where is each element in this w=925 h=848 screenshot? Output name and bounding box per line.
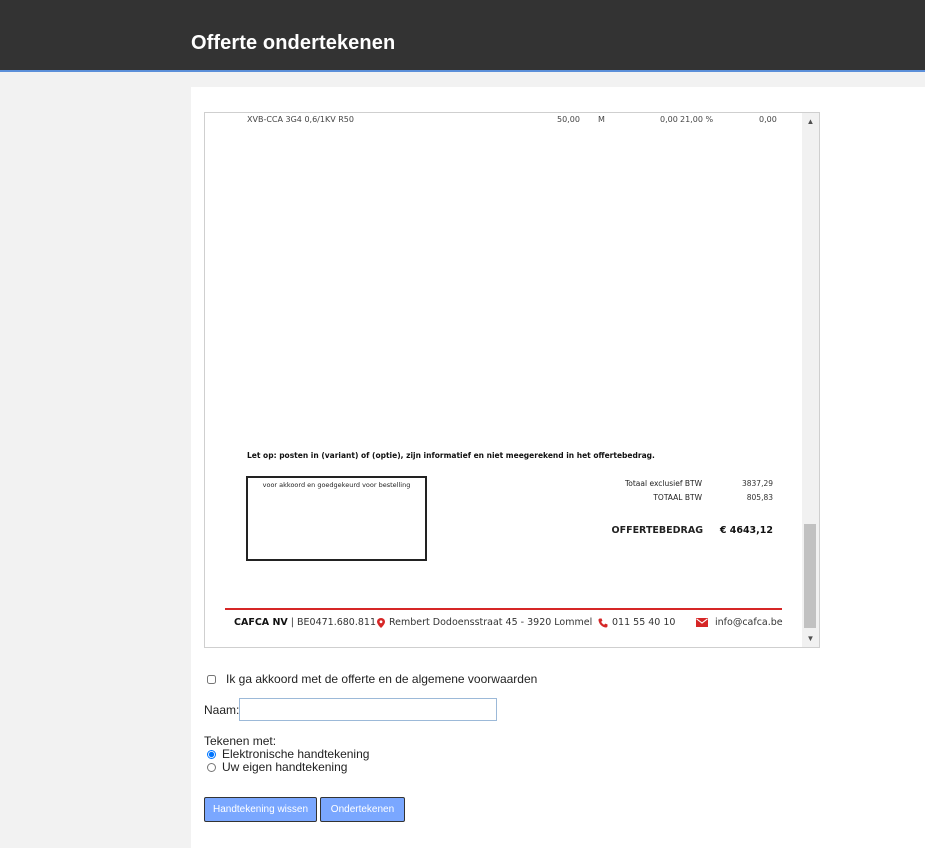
own-signature-label: Uw eigen handtekening xyxy=(222,760,348,774)
item-unit: M xyxy=(598,115,605,124)
electronic-signature-radio[interactable] xyxy=(207,749,216,759)
option-own-signature[interactable]: Uw eigen handtekening xyxy=(207,760,347,774)
footer-address: Rembert Dodoensstraat 45 - 3920 Lommel xyxy=(377,617,592,628)
option-electronic-signature[interactable]: Elektronische handtekening xyxy=(207,747,369,761)
grand-total-value: € 4643,12 xyxy=(719,525,773,536)
quote-note: Let op: posten in (variant) of (optie), … xyxy=(247,451,655,460)
footer-email: info@cafca.be xyxy=(696,617,783,628)
scroll-down-arrow-icon[interactable]: ▼ xyxy=(802,630,819,647)
agree-terms-checkbox[interactable] xyxy=(207,674,216,684)
company-address: Rembert Dodoensstraat 45 - 3920 Lommel xyxy=(389,617,593,628)
item-total: 0,00 xyxy=(759,115,777,124)
clear-signature-button[interactable]: Handtekening wissen xyxy=(204,797,317,822)
company-name: CAFCA NV xyxy=(234,617,288,628)
scroll-up-arrow-icon[interactable]: ▲ xyxy=(802,113,819,130)
location-pin-icon xyxy=(377,617,385,628)
phone-icon xyxy=(598,618,608,628)
item-price: 0,00 xyxy=(660,115,678,124)
approval-box: voor akkoord en goedgekeurd voor bestell… xyxy=(246,476,427,561)
approval-box-label: voor akkoord en goedgekeurd voor bestell… xyxy=(262,481,411,489)
item-vat: 21,00 % xyxy=(680,115,714,124)
company-email: info@cafca.be xyxy=(715,617,783,628)
company-phone: 011 55 40 10 xyxy=(612,617,676,628)
top-bar: Offerte ondertekenen xyxy=(0,0,925,72)
footer-company: CAFCA NV | BE0471.680.811 xyxy=(234,617,376,628)
quote-document: XVB-CCA 3G4 0,6/1KV R50 50,00 M 0,00 21,… xyxy=(205,113,803,647)
name-input[interactable] xyxy=(239,698,497,721)
sign-with-label: Tekenen met: xyxy=(204,734,277,748)
sign-button[interactable]: Ondertekenen xyxy=(320,797,405,822)
total-vat-value: 805,83 xyxy=(746,493,773,502)
agree-terms-label: Ik ga akkoord met de offerte en de algem… xyxy=(226,672,538,686)
page-title: Offerte ondertekenen xyxy=(191,32,396,54)
electronic-signature-label: Elektronische handtekening xyxy=(222,747,370,761)
scroll-thumb[interactable] xyxy=(804,524,816,628)
viewer-scrollbar[interactable]: ▲ ▼ xyxy=(802,113,819,647)
name-label: Naam: xyxy=(204,703,240,717)
footer-divider xyxy=(225,608,782,610)
item-description: XVB-CCA 3G4 0,6/1KV R50 xyxy=(247,115,354,124)
company-vat: | BE0471.680.811 xyxy=(290,617,377,628)
mail-icon xyxy=(696,618,708,627)
total-excl-vat-label: Totaal exclusief BTW xyxy=(624,479,702,488)
total-vat-label: TOTAAL BTW xyxy=(653,493,702,502)
item-quantity: 50,00 xyxy=(557,115,580,124)
agree-terms-row[interactable]: Ik ga akkoord met de offerte en de algem… xyxy=(207,672,537,686)
pdf-viewer[interactable]: XVB-CCA 3G4 0,6/1KV R50 50,00 M 0,00 21,… xyxy=(204,112,820,648)
grand-total-label: OFFERTEBEDRAG xyxy=(611,525,703,536)
total-excl-vat-value: 3837,29 xyxy=(741,479,773,488)
footer-phone: 011 55 40 10 xyxy=(598,617,675,628)
own-signature-radio[interactable] xyxy=(207,762,216,772)
